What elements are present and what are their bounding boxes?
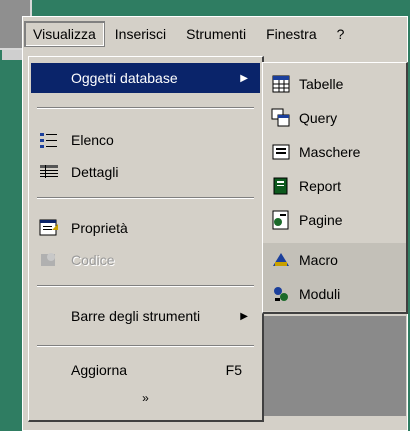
submenu-item-macro[interactable]: Macro bbox=[263, 243, 406, 277]
menu-help[interactable]: ? bbox=[327, 26, 355, 42]
menu-item-proprieta[interactable]: Proprietà bbox=[31, 213, 260, 243]
menu-item-label: Elenco bbox=[71, 132, 114, 148]
submenu-item-pagine[interactable]: Pagine bbox=[263, 203, 406, 237]
submenu-item-report[interactable]: Report bbox=[263, 169, 406, 203]
macro-icon bbox=[271, 250, 291, 270]
module-icon bbox=[271, 284, 291, 304]
submenu-item-query[interactable]: Query bbox=[263, 101, 406, 135]
query-icon bbox=[271, 108, 291, 128]
properties-icon bbox=[39, 219, 59, 237]
menu-separator bbox=[37, 197, 254, 199]
report-icon bbox=[271, 176, 291, 196]
menu-item-oggetti-database[interactable]: Oggetti database ▶ bbox=[31, 63, 260, 93]
shortcut-label: F5 bbox=[225, 362, 242, 378]
submenu-arrow-icon: ▶ bbox=[240, 310, 248, 322]
menu-item-aggiorna[interactable]: Aggiorna F5 bbox=[31, 355, 260, 385]
view-menu: Oggetti database ▶ Elenco Dettagli Propr… bbox=[28, 56, 264, 422]
submenu-item-label: Moduli bbox=[299, 286, 341, 302]
menu-separator bbox=[37, 345, 254, 347]
menu-item-label: Proprietà bbox=[71, 220, 128, 236]
menu-item-label: Aggiorna bbox=[71, 362, 128, 378]
code-icon bbox=[39, 251, 59, 269]
table-icon bbox=[271, 74, 291, 94]
submenu-item-tabelle[interactable]: Tabelle bbox=[263, 67, 406, 101]
menu-item-label: Dettagli bbox=[71, 164, 119, 180]
database-objects-submenu: Tabelle Query Maschere Report Pagine Mac… bbox=[262, 62, 408, 314]
menu-item-label: Oggetti database bbox=[71, 70, 178, 86]
menu-strumenti[interactable]: Strumenti bbox=[176, 26, 256, 42]
menu-item-dettagli[interactable]: Dettagli bbox=[31, 157, 260, 187]
expand-menu-icon[interactable]: » bbox=[29, 391, 262, 405]
workspace-area bbox=[264, 316, 406, 416]
submenu-item-maschere[interactable]: Maschere bbox=[263, 135, 406, 169]
submenu-item-label: Report bbox=[299, 178, 342, 194]
submenu-item-label: Macro bbox=[299, 252, 338, 268]
submenu-item-moduli[interactable]: Moduli bbox=[263, 277, 406, 311]
menu-item-label: Barre degli strumenti bbox=[71, 308, 201, 324]
menu-inserisci[interactable]: Inserisci bbox=[105, 26, 176, 42]
menu-separator bbox=[37, 285, 254, 287]
menu-visualizza[interactable]: Visualizza bbox=[24, 21, 105, 47]
submenu-arrow-icon: ▶ bbox=[240, 72, 248, 84]
menu-item-elenco[interactable]: Elenco bbox=[31, 125, 260, 155]
menu-inserisci-label: Inserisci bbox=[114, 26, 167, 42]
menu-item-barre-strumenti[interactable]: Barre degli strumenti ▶ bbox=[31, 301, 260, 331]
menu-help-label: ? bbox=[336, 26, 345, 42]
menu-item-codice[interactable]: Codice bbox=[31, 245, 260, 275]
menu-finestra-label: Finestra bbox=[266, 26, 317, 42]
submenu-item-label: Maschere bbox=[299, 144, 361, 160]
menu-finestra[interactable]: Finestra bbox=[256, 26, 327, 42]
menu-strumenti-label: Strumenti bbox=[186, 26, 247, 42]
menu-bar: Visualizza Inserisci Strumenti Finestra … bbox=[24, 18, 406, 50]
list-icon bbox=[39, 131, 59, 149]
menu-item-label: Codice bbox=[71, 252, 115, 268]
menu-visualizza-label: Visualizza bbox=[33, 26, 96, 42]
menu-separator bbox=[37, 107, 254, 109]
form-icon bbox=[271, 142, 291, 162]
submenu-item-label: Tabelle bbox=[299, 76, 344, 92]
details-icon bbox=[39, 163, 59, 181]
submenu-item-label: Query bbox=[299, 110, 338, 126]
submenu-item-label: Pagine bbox=[299, 212, 343, 228]
page-icon bbox=[271, 210, 291, 230]
